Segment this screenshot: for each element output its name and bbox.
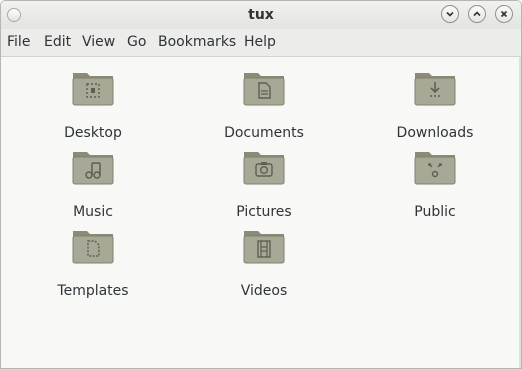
folder-label: Pictures <box>236 204 292 220</box>
titlebar[interactable]: tux <box>1 1 521 29</box>
menu-view[interactable]: View <box>82 29 115 56</box>
close-icon <box>500 10 508 18</box>
folder-item-downloads[interactable]: Downloads <box>365 67 505 141</box>
folder-label: Templates <box>57 283 129 299</box>
close-button[interactable] <box>495 5 513 23</box>
folder-view[interactable]: Desktop Documents Downloads Music Pictur… <box>1 57 521 368</box>
menu-help[interactable]: Help <box>244 29 276 56</box>
menu-edit[interactable]: Edit <box>44 29 71 56</box>
maximize-button[interactable] <box>468 5 486 23</box>
folder-item-documents[interactable]: Documents <box>194 67 334 141</box>
minimize-button[interactable] <box>441 5 459 23</box>
downloads-folder-icon <box>414 73 456 106</box>
chevron-down-icon <box>446 11 454 17</box>
scrollbar-track[interactable] <box>519 57 521 368</box>
folder-item-pictures[interactable]: Pictures <box>194 146 334 220</box>
folder-item-desktop[interactable]: Desktop <box>23 67 163 141</box>
menu-file[interactable]: File <box>7 29 30 56</box>
chevron-up-icon <box>473 11 481 17</box>
pictures-folder-icon <box>243 152 285 185</box>
desktop-folder-icon <box>72 73 114 106</box>
folder-item-videos[interactable]: Videos <box>194 225 334 299</box>
menubar: File Edit View Go Bookmarks Help <box>1 29 521 57</box>
folder-label: Public <box>414 204 456 220</box>
videos-folder-icon <box>243 231 285 264</box>
public-folder-icon <box>414 152 456 185</box>
folder-label: Videos <box>240 283 288 299</box>
music-folder-icon <box>72 152 114 185</box>
folder-label: Documents <box>224 125 304 141</box>
folder-item-public[interactable]: Public <box>365 146 505 220</box>
menu-bookmarks[interactable]: Bookmarks <box>158 29 236 56</box>
folder-item-music[interactable]: Music <box>23 146 163 220</box>
folder-item-templates[interactable]: Templates <box>23 225 163 299</box>
file-manager-window: tux File Edit View Go Bookmarks Help Des… <box>0 0 522 369</box>
templates-folder-icon <box>72 231 114 264</box>
documents-folder-icon <box>243 73 285 106</box>
folder-label: Downloads <box>396 125 474 141</box>
folder-label: Music <box>73 204 113 220</box>
menu-go[interactable]: Go <box>127 29 146 56</box>
folder-label: Desktop <box>64 125 122 141</box>
